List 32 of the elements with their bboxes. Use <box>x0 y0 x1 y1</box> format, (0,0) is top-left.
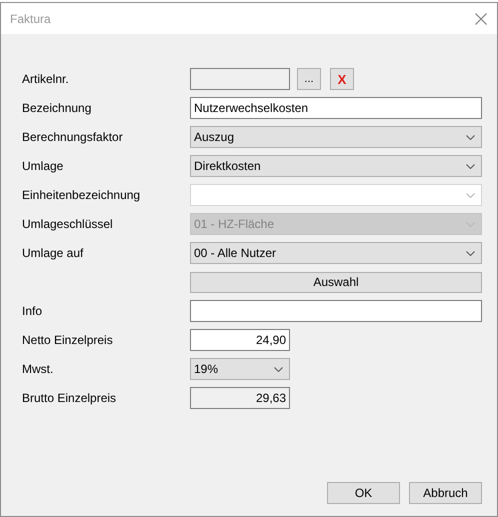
field-label: Bezeichnung <box>22 101 92 115</box>
field-label: Netto Einzelpreis <box>22 333 114 347</box>
dialog-button[interactable]: OK <box>327 482 400 504</box>
text-field[interactable]: 24,90 <box>190 329 290 351</box>
chevron-down-icon <box>466 164 475 168</box>
chevron-down-icon <box>274 366 283 372</box>
field-label: Einheitenbezeichnung <box>22 188 142 202</box>
selection-button[interactable]: Auswahl <box>190 272 482 292</box>
browse-button[interactable]: ... <box>297 68 321 90</box>
dialog-button[interactable]: Abbruch <box>409 482 482 504</box>
dropdown[interactable]: Direktkosten <box>190 155 482 177</box>
dropdown[interactable]: Auszug <box>190 126 482 148</box>
field-label: Umlage auf <box>22 246 84 260</box>
chevron-down-icon <box>466 192 475 198</box>
field-label: Berechnungsfaktor <box>22 130 124 144</box>
close-icon[interactable] <box>475 12 487 24</box>
field-label: Umlageschlüssel <box>22 217 114 231</box>
field-label: Umlage <box>22 159 64 173</box>
clear-button[interactable]: X <box>330 68 354 90</box>
article-number-field[interactable] <box>190 68 290 90</box>
field-label: Artikelnr. <box>22 72 70 86</box>
field-label: Mwst. <box>22 362 54 376</box>
text-field[interactable]: Nutzerwechselkosten <box>190 97 482 119</box>
dropdown[interactable]: 00 - Alle Nutzer <box>190 242 482 264</box>
dropdown[interactable]: 19% <box>190 358 290 380</box>
text-field[interactable]: 29,63 <box>190 387 290 409</box>
field-label: Info <box>22 304 44 318</box>
window-title: Faktura <box>10 12 51 26</box>
field-label: Brutto Einzelpreis <box>22 391 118 405</box>
text-field[interactable] <box>190 300 482 322</box>
chevron-down-icon <box>466 134 475 140</box>
chevron-down-icon <box>466 250 475 256</box>
